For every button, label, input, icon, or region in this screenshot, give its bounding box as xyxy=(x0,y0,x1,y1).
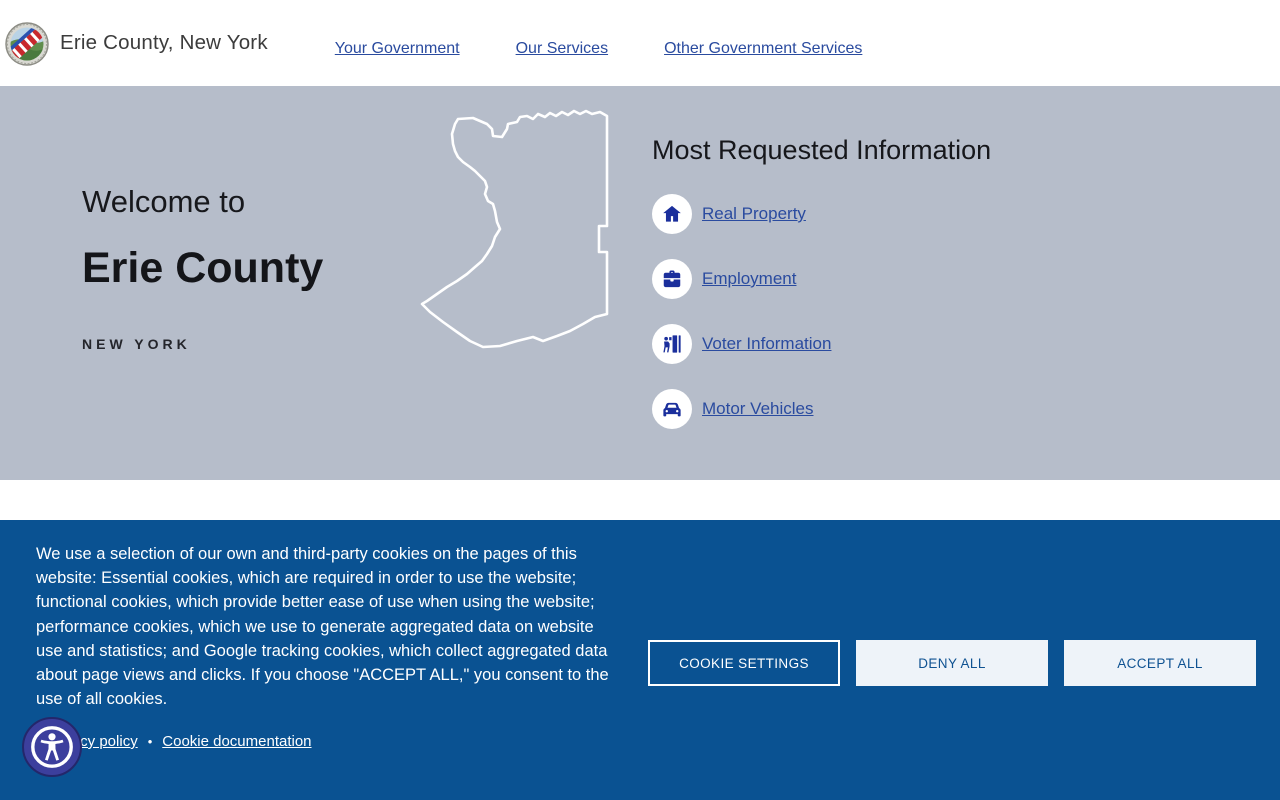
deny-all-button[interactable]: DENY ALL xyxy=(856,640,1048,686)
cookie-documentation-link[interactable]: Cookie documentation xyxy=(162,733,311,750)
home-icon xyxy=(652,194,692,234)
cookie-links: Privacy policy Cookie documentation xyxy=(46,733,312,751)
list-item: Voter Information xyxy=(652,324,1132,364)
link-motor-vehicles[interactable]: Motor Vehicles xyxy=(702,399,814,419)
list-item: Real Property xyxy=(652,194,1132,234)
hero-welcome-text: Welcome to xyxy=(82,184,245,220)
accessibility-widget-button[interactable] xyxy=(22,717,82,777)
cookie-message: We use a selection of our own and third-… xyxy=(36,542,611,711)
most-requested-list: Real Property Employment Voter Informati… xyxy=(652,194,1132,429)
erie-county-map-outline xyxy=(405,96,615,361)
voting-booth-icon xyxy=(652,324,692,364)
main-nav: Your Government Our Services Other Gover… xyxy=(335,40,863,58)
list-item: Employment xyxy=(652,259,1132,299)
most-requested-title: Most Requested Information xyxy=(652,132,1132,168)
nav-your-government[interactable]: Your Government xyxy=(335,40,460,58)
car-icon xyxy=(652,389,692,429)
link-voter-information[interactable]: Voter Information xyxy=(702,334,831,354)
header: Erie County, New York Your Government Ou… xyxy=(0,0,1280,86)
hero-section: Welcome to Erie County NEW YORK Most Req… xyxy=(0,86,1280,480)
accessibility-icon xyxy=(28,723,76,771)
cookie-consent-banner: We use a selection of our own and third-… xyxy=(0,520,1280,800)
accept-all-button[interactable]: ACCEPT ALL xyxy=(1064,640,1256,686)
link-employment[interactable]: Employment xyxy=(702,269,796,289)
nav-our-services[interactable]: Our Services xyxy=(516,40,608,58)
hero-state-name: NEW YORK xyxy=(82,336,191,352)
link-real-property[interactable]: Real Property xyxy=(702,204,806,224)
erie-county-seal-logo xyxy=(5,22,49,66)
cookie-settings-button[interactable]: COOKIE SETTINGS xyxy=(648,640,840,686)
page: Erie County, New York Your Government Ou… xyxy=(0,0,1280,800)
most-requested-section: Most Requested Information Real Property… xyxy=(652,132,1132,454)
nav-other-government-services[interactable]: Other Government Services xyxy=(664,40,862,58)
briefcase-icon xyxy=(652,259,692,299)
hero-county-name: Erie County xyxy=(82,244,323,293)
list-item: Motor Vehicles xyxy=(652,389,1132,429)
site-title: Erie County, New York xyxy=(60,31,268,55)
cookie-buttons: COOKIE SETTINGS DENY ALL ACCEPT ALL xyxy=(648,640,1256,686)
